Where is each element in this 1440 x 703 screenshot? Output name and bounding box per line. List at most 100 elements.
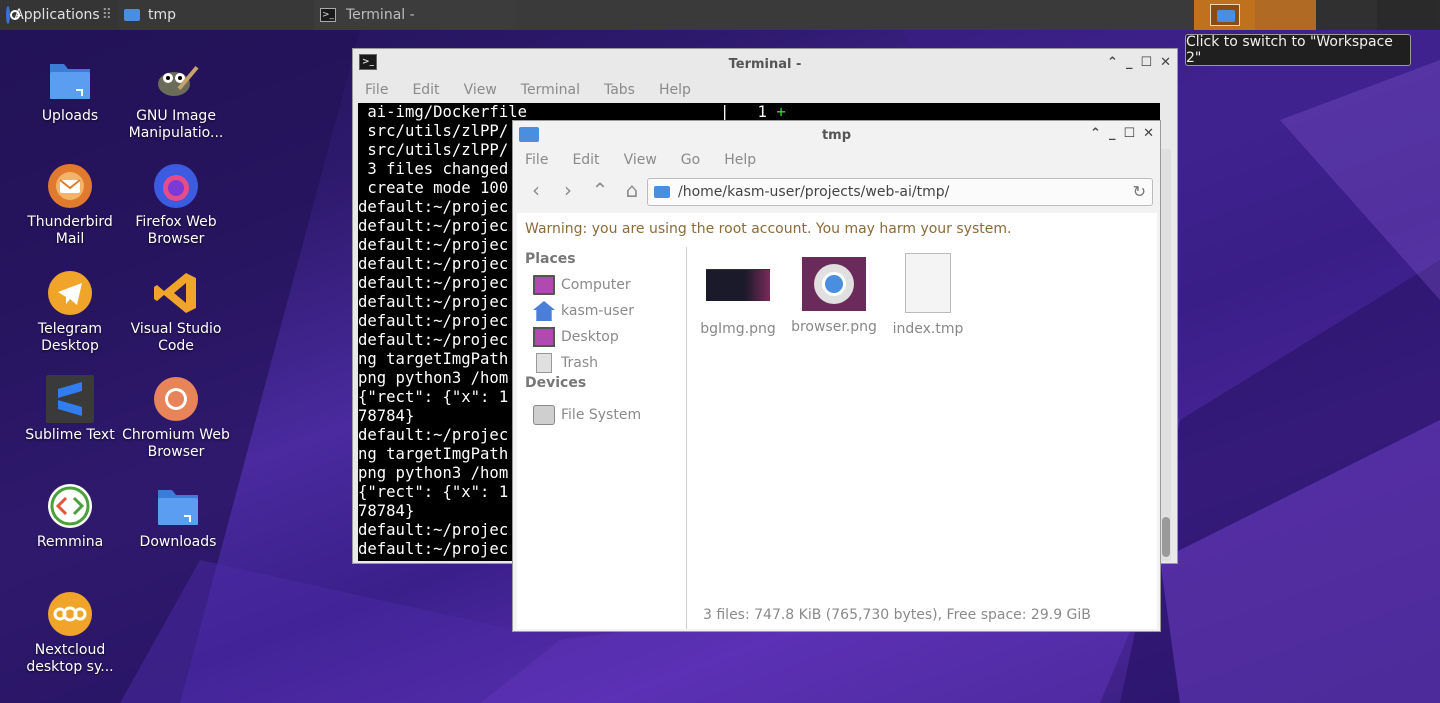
taskbar-item-label: Terminal - <box>346 7 415 23</box>
workspace-3-button[interactable] <box>1316 0 1377 30</box>
taskbar-empty-area <box>516 0 1194 30</box>
drive-icon <box>533 405 555 425</box>
applications-label: Applications <box>14 7 100 23</box>
workspace-1-button[interactable] <box>1194 0 1255 30</box>
gimp-icon <box>152 56 200 104</box>
sidebar-item-label: kasm-user <box>561 303 634 319</box>
menu-go[interactable]: Go <box>669 152 712 168</box>
menu-edit[interactable]: Edit <box>560 152 611 168</box>
sidebar-item-desktop[interactable]: Desktop <box>533 327 619 347</box>
desktop-icon-gimp[interactable]: GNU Image Manipulatio... <box>122 56 230 142</box>
firefox-icon <box>152 162 200 210</box>
workspace-4-button[interactable] <box>1377 0 1438 30</box>
terminal-scrollbar-thumb[interactable] <box>1162 517 1170 557</box>
nextcloud-icon <box>46 590 94 638</box>
collapse-icon[interactable]: ⌃ <box>1090 126 1101 141</box>
sidebar-item-label: Trash <box>561 355 598 371</box>
parent-folder-icon[interactable]: ⌃ <box>587 177 613 203</box>
home-icon[interactable]: ⌂ <box>619 177 645 203</box>
sidebar-heading-devices: Devices <box>525 375 587 391</box>
terminal-icon: >_ <box>320 8 336 22</box>
folder-icon <box>124 9 140 21</box>
window-title: tmp <box>821 127 852 143</box>
file-item-bgimg[interactable]: bgImg.png <box>693 257 783 337</box>
desktop-icon-telegram[interactable]: Telegram Desktop <box>16 269 124 355</box>
menu-view[interactable]: View <box>612 152 669 168</box>
ubuntu-logo-icon <box>6 6 20 24</box>
maximize-icon[interactable]: ☐ <box>1123 126 1135 141</box>
desktop-icon-label: Nextcloud desktop sy... <box>26 642 114 675</box>
sidebar-item-trash[interactable]: Trash <box>533 353 598 373</box>
desktop-icon-thunderbird[interactable]: Thunderbird Mail <box>16 162 124 248</box>
image-thumbnail-icon <box>706 269 770 301</box>
file-item-index[interactable]: index.tmp <box>883 253 973 337</box>
desktop-icon-label: GNU Image Manipulatio... <box>128 108 224 141</box>
folder-icon <box>154 482 202 530</box>
sidebar-item-label: File System <box>561 407 642 423</box>
applications-menu-button[interactable]: Applications ⠿ <box>0 0 118 30</box>
folder-icon <box>1209 4 1240 26</box>
menu-tabs[interactable]: Tabs <box>592 82 647 98</box>
taskbar-item-terminal[interactable]: >_ Terminal - <box>314 0 516 30</box>
desktop-icon-firefox[interactable]: Firefox Web Browser <box>122 162 230 248</box>
collapse-icon[interactable]: ⌃ <box>1107 55 1118 70</box>
desktop-icon-label: Chromium Web Browser <box>122 427 230 460</box>
location-bar[interactable]: /home/kasm-user/projects/web-ai/tmp/ ↻ <box>647 178 1153 206</box>
sidebar-item-file-system[interactable]: File System <box>533 405 641 425</box>
status-bar-text: 3 files: 747.8 KiB (765,730 bytes), Free… <box>703 607 1091 623</box>
file-manager-content: Warning: you are using the root account.… <box>517 213 1157 629</box>
desktop-icon-label: Thunderbird Mail <box>27 214 113 247</box>
minimize-icon[interactable]: _ <box>1109 126 1116 141</box>
taskbar-item-tmp[interactable]: tmp <box>118 0 314 30</box>
sidebar: Places Computer kasm-user Desktop Trash … <box>517 247 687 629</box>
file-manager-titlebar[interactable]: tmp ⌃ _ ☐ ✕ <box>513 121 1160 149</box>
terminal-scrollbar[interactable] <box>1161 149 1171 561</box>
close-icon[interactable]: ✕ <box>1143 126 1154 141</box>
desktop-icon-label: Sublime Text <box>25 427 115 443</box>
desktop-icon-label: Visual Studio Code <box>130 321 222 354</box>
file-item-label: bgImg.png <box>700 321 776 337</box>
menu-help[interactable]: Help <box>647 82 703 98</box>
minimize-icon[interactable]: _ <box>1126 55 1133 70</box>
home-folder-icon <box>533 301 555 321</box>
folder-icon <box>46 56 94 104</box>
image-thumbnail-icon <box>802 257 866 311</box>
remmina-icon <box>46 482 94 530</box>
menu-file[interactable]: File <box>353 82 400 98</box>
menu-file[interactable]: File <box>513 152 560 168</box>
menu-help[interactable]: Help <box>712 152 768 168</box>
workspace-2-button[interactable] <box>1255 0 1316 30</box>
trash-icon <box>536 353 552 373</box>
back-icon[interactable]: ‹ <box>523 177 549 203</box>
terminal-menubar: File Edit View Terminal Tabs Help <box>353 79 1177 101</box>
desktop-icon-chromium[interactable]: Chromium Web Browser <box>122 375 230 461</box>
desktop-icon-label: Downloads <box>139 534 217 550</box>
desktop-icon-label: Telegram Desktop <box>37 321 103 354</box>
desktop-icon-sublime[interactable]: Sublime Text <box>16 375 124 444</box>
menu-view[interactable]: View <box>452 82 509 98</box>
desktop-icon-downloads[interactable]: Downloads <box>124 482 232 551</box>
menu-edit[interactable]: Edit <box>400 82 451 98</box>
sublime-text-icon <box>46 375 94 423</box>
desktop-icon-remmina[interactable]: Remmina <box>16 482 124 551</box>
location-path: /home/kasm-user/projects/web-ai/tmp/ <box>678 184 950 200</box>
desktop-icon-label: Firefox Web Browser <box>135 214 217 247</box>
maximize-icon[interactable]: ☐ <box>1140 55 1152 70</box>
file-manager-menubar: File Edit View Go Help <box>513 149 1160 171</box>
desktop-icon-uploads[interactable]: Uploads <box>16 56 124 125</box>
reload-icon[interactable]: ↻ <box>1133 182 1146 201</box>
desktop-icon-nextcloud[interactable]: Nextcloud desktop sy... <box>16 590 124 676</box>
file-manager-window[interactable]: tmp ⌃ _ ☐ ✕ File Edit View Go Help ‹ › ⌃… <box>512 120 1161 632</box>
forward-icon[interactable]: › <box>555 177 581 203</box>
desktop-icon-label: Uploads <box>41 108 99 124</box>
desktop-icon-vscode[interactable]: Visual Studio Code <box>122 269 230 355</box>
sidebar-item-kasm-user[interactable]: kasm-user <box>533 301 634 321</box>
menu-terminal[interactable]: Terminal <box>509 82 592 98</box>
file-item-browser[interactable]: browser.png <box>789 257 879 335</box>
close-icon[interactable]: ✕ <box>1160 55 1171 70</box>
window-title: Terminal - <box>728 56 802 72</box>
text-file-icon <box>905 253 951 313</box>
sidebar-item-computer[interactable]: Computer <box>533 275 631 295</box>
telegram-icon <box>46 269 94 317</box>
terminal-titlebar[interactable]: >_ Terminal - ⌃ _ ☐ ✕ <box>353 49 1177 79</box>
